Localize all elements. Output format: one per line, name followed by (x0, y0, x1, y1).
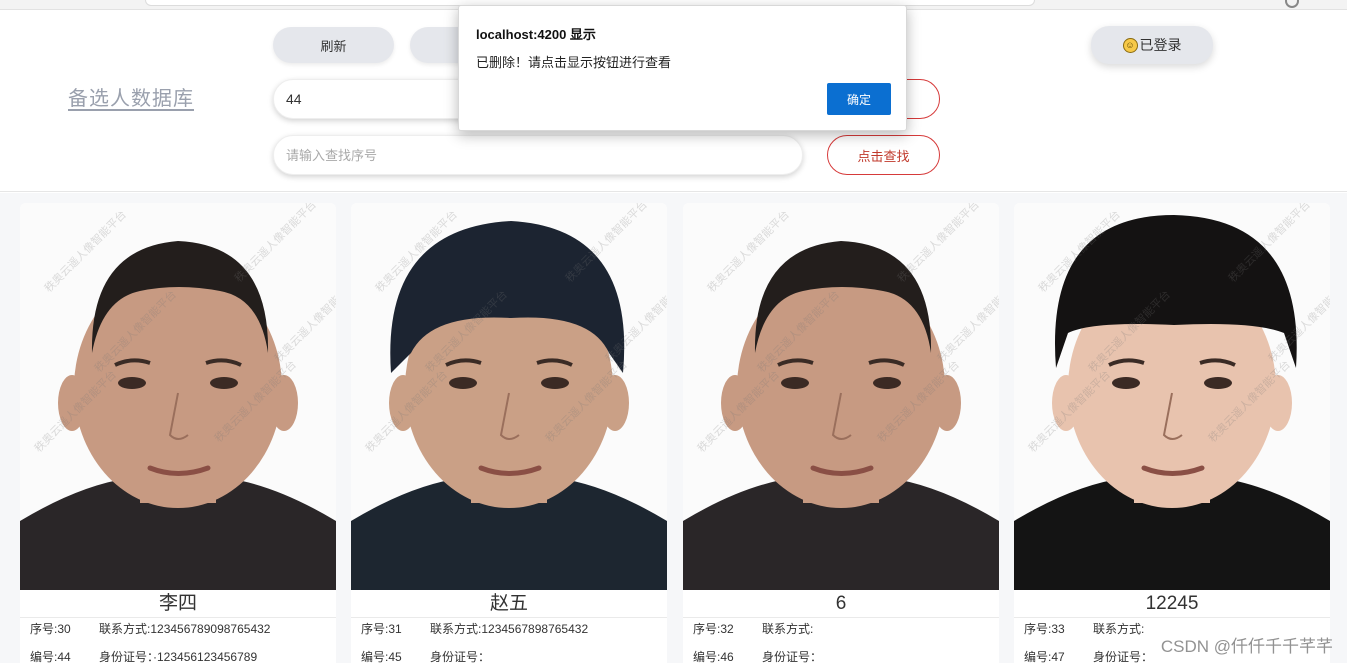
value: 44 (57, 650, 71, 663)
browser-extension-icon[interactable] (1285, 0, 1299, 8)
label: 联系方式: (430, 622, 482, 636)
person-photo: 秩奥云遥人像智能平台 秩奥云遥人像智能平台 秩奥云遥人像智能平台 秩奥云遥人像智能平台… (683, 203, 999, 590)
card-info-row-seq: 序号:33 联系方式: (1024, 620, 1144, 637)
smiley-icon: ☺ (1122, 37, 1138, 53)
delete-id-value: 44 (286, 91, 302, 107)
label: 编号: (693, 650, 721, 663)
value: 47 (1051, 650, 1065, 663)
label: 身份证号： (762, 650, 823, 663)
card-info-row-number: 编号:45 身份证号： (361, 648, 490, 663)
person-name: 赵五 (351, 590, 667, 618)
person-card[interactable]: 秩奥云遥人像智能平台 秩奥云遥人像智能平台 秩奥云遥人像智能平台 秩奥云遥人像智能平台… (20, 203, 336, 663)
alert-title: localhost:4200 显示 (476, 27, 596, 42)
card-info-row-number: 编号:46 身份证号： (693, 648, 822, 663)
value: 123456789098765432 (150, 622, 271, 636)
card-info-row-number: 编号:44 身份证号：·123456123456789 (30, 648, 257, 663)
login-status-label: 已登录 (1139, 37, 1182, 53)
label: 编号: (30, 650, 58, 663)
value: 45 (388, 650, 402, 663)
label: 身份证号： (99, 650, 154, 663)
search-field[interactable] (273, 135, 803, 175)
value: 1234567898765432 (481, 622, 589, 636)
label: 序号: (693, 622, 721, 636)
label: 联系方式: (1093, 622, 1145, 636)
value: 30 (57, 622, 71, 636)
person-photo: 秩奥云遥人像智能平台 秩奥云遥人像智能平台 秩奥云遥人像智能平台 秩奥云遥人像智能平台… (20, 203, 336, 590)
value: ·123456123456789 (153, 650, 258, 663)
label: 序号: (30, 622, 58, 636)
alert-message: 已删除！请点击显示按钮进行查看 (476, 55, 672, 70)
person-photo: 秩奥云遥人像智能平台 秩奥云遥人像智能平台 秩奥云遥人像智能平台 秩奥云遥人像智能平台… (1014, 203, 1330, 590)
person-name: 12245 (1014, 590, 1330, 618)
person-card[interactable]: 秩奥云遥人像智能平台 秩奥云遥人像智能平台 秩奥云遥人像智能平台 秩奥云遥人像智能平台… (351, 203, 667, 663)
person-name: 6 (683, 590, 999, 618)
page-title: 备选人数据库 (68, 88, 194, 110)
refresh-button[interactable]: 刷新 (273, 27, 394, 63)
search-button[interactable]: 点击查找 (827, 135, 940, 175)
person-photo: 秩奥云遥人像智能平台 秩奥云遥人像智能平台 秩奥云遥人像智能平台 秩奥云遥人像智能平台… (351, 203, 667, 590)
card-info-row-seq: 序号:32 联系方式: (693, 620, 813, 637)
value: 33 (1051, 622, 1065, 636)
person-card[interactable]: 秩奥云遥人像智能平台 秩奥云遥人像智能平台 秩奥云遥人像智能平台 秩奥云遥人像智能平台… (1014, 203, 1330, 663)
card-info-row-seq: 序号:30 联系方式:123456789098765432 (30, 620, 270, 637)
csdn-watermark: CSDN @仟仟千千芊芊 (1160, 637, 1333, 656)
card-grid: 秩奥云遥人像智能平台 秩奥云遥人像智能平台 秩奥云遥人像智能平台 秩奥云遥人像智能平台… (0, 193, 1347, 663)
label: 身份证号： (1093, 650, 1154, 663)
label: 编号: (1024, 650, 1052, 663)
value: 46 (720, 650, 734, 663)
label: 序号: (361, 622, 389, 636)
label: 联系方式: (99, 622, 151, 636)
alert-ok-button[interactable]: 确定 (827, 83, 891, 115)
card-info-row-number: 编号:47 身份证号： (1024, 648, 1153, 663)
value: 32 (720, 622, 734, 636)
value: 31 (388, 622, 402, 636)
label: 编号: (361, 650, 389, 663)
label: 联系方式: (762, 622, 814, 636)
label: 序号: (1024, 622, 1052, 636)
search-input[interactable] (286, 147, 802, 163)
person-card[interactable]: 秩奥云遥人像智能平台 秩奥云遥人像智能平台 秩奥云遥人像智能平台 秩奥云遥人像智能平台… (683, 203, 999, 663)
alert-dialog: localhost:4200 显示 已删除！请点击显示按钮进行查看 确定 (458, 5, 907, 131)
label: 身份证号： (430, 650, 491, 663)
card-info-row-seq: 序号:31 联系方式:1234567898765432 (361, 620, 588, 637)
person-name: 李四 (20, 590, 336, 618)
login-status-button[interactable]: ☺ 已登录 (1091, 26, 1213, 64)
